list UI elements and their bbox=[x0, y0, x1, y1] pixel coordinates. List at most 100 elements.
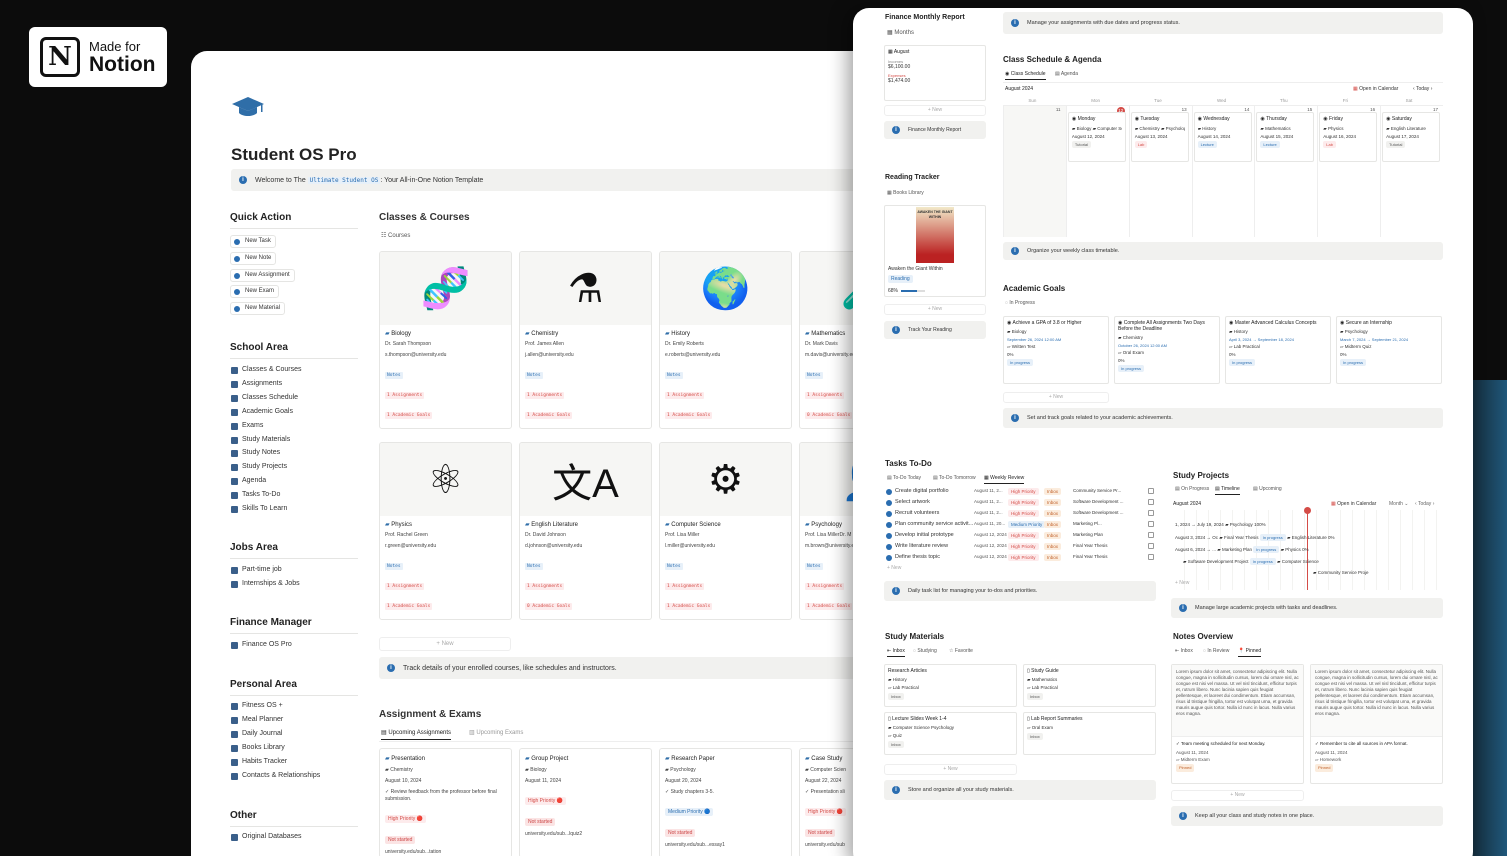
task-row[interactable]: Develop initial prototype August 12, 2024… bbox=[886, 532, 1156, 541]
today-button[interactable]: ‹ Today › bbox=[1413, 86, 1432, 92]
goal-card[interactable]: ◉ Achieve a GPA of 3.8 or Higher ▰ Biolog… bbox=[1003, 316, 1109, 384]
months-view-tab[interactable]: ▦ Months bbox=[887, 29, 914, 36]
course-card[interactable]: ⚗ ▰ Chemistry Prof. James Allen j.allen@uni… bbox=[519, 251, 652, 429]
tab-todo-today[interactable]: ▤ To-Do Today bbox=[887, 475, 921, 481]
open-calendar-button[interactable]: ▦ Open in Calendar bbox=[1353, 86, 1398, 92]
tab-pinned[interactable]: 📍 Pinned bbox=[1238, 648, 1262, 657]
new-finance-button[interactable]: + New bbox=[884, 105, 986, 116]
sidebar-item[interactable]: Original Databases bbox=[230, 833, 302, 841]
tab-notes-inbox[interactable]: ⇤ Inbox bbox=[1175, 648, 1193, 654]
task-checkbox[interactable] bbox=[1148, 543, 1154, 549]
sidebar-item[interactable]: Daily Journal bbox=[230, 730, 282, 738]
note-card[interactable]: Lorem ipsum dolor sit amet, consectetur … bbox=[1171, 664, 1304, 784]
goal-card[interactable]: ◉ Complete All Assignments Two Days Befo… bbox=[1114, 316, 1220, 384]
project-bar[interactable]: August 6, 2024 → ... ▰ Marketing Plan In… bbox=[1175, 546, 1309, 558]
sidebar-item[interactable]: Finance OS Pro bbox=[230, 641, 292, 649]
project-bar[interactable]: August 3, 2024 → Oc ▰ Final Year Thesis … bbox=[1175, 534, 1335, 546]
schedule-day-card[interactable]: ◉ Monday ▰ Biology ▰ Computer Sc August 12… bbox=[1067, 112, 1126, 162]
new-material-button[interactable]: + New bbox=[884, 764, 1017, 775]
schedule-day-card[interactable]: ◉ Friday ▰ Physics August 16, 2024 Lab bbox=[1319, 112, 1378, 162]
course-card[interactable]: 文A ▰ English Literature Dr. David Johnson d… bbox=[519, 442, 652, 620]
material-card[interactable]: ▯ Lecture Slides Week 1-4 ▰ Computer Scie… bbox=[884, 712, 1017, 755]
finance-month-card[interactable]: ▦ August Incomes $6,100.00 Expenses $1,4… bbox=[884, 45, 986, 101]
assignment-card[interactable]: ▰ Research Paper ▰ Psychology August 20, 2… bbox=[659, 748, 792, 856]
sidebar-item[interactable]: Academic Goals bbox=[230, 408, 293, 416]
schedule-day-card[interactable]: ◉ Wednesday ▰ History August 14, 2024 Lectu… bbox=[1193, 112, 1252, 162]
goals-in-progress-tab[interactable]: ◌ In Progress bbox=[1005, 300, 1035, 306]
tab-class-schedule[interactable]: ◉ Class Schedule bbox=[1005, 71, 1046, 80]
material-card[interactable]: ▯ Lab Report Summaries ▱ Oral Exam Inbox bbox=[1023, 712, 1156, 755]
schedule-day-card[interactable]: ◉ Saturday ▰ English Literature August 17,… bbox=[1382, 112, 1441, 162]
quick-action-button[interactable]: New Note bbox=[230, 251, 277, 265]
task-checkbox[interactable] bbox=[1148, 499, 1154, 505]
project-bar[interactable]: ▰ Software Development Project In progre… bbox=[1183, 558, 1319, 570]
sidebar-item[interactable]: Contacts & Relationships bbox=[230, 772, 320, 780]
tab-weekly-review[interactable]: ▦ Weekly Review bbox=[984, 475, 1025, 484]
new-goal-button[interactable]: + New bbox=[1003, 392, 1109, 403]
quick-action-button[interactable]: New Task bbox=[230, 235, 276, 248]
tab-in-review[interactable]: ◌ In Review bbox=[1203, 648, 1229, 654]
quick-action-button[interactable]: New Exam bbox=[230, 285, 280, 299]
course-card[interactable]: ⚛ ▰ Physics Prof. Rachel Green r.green@univ… bbox=[379, 442, 512, 620]
course-card[interactable]: 🧬 ▰ Biology Dr. Sarah Thompson s.thompson@u… bbox=[379, 251, 512, 429]
tab-favorite[interactable]: ☆ Favorite bbox=[949, 648, 973, 654]
sidebar-item[interactable]: Classes Schedule bbox=[230, 394, 298, 402]
sidebar-item[interactable]: Study Notes bbox=[230, 449, 280, 458]
sidebar-item[interactable]: Study Materials bbox=[230, 436, 290, 444]
books-library-tab[interactable]: ▦ Books Library bbox=[887, 190, 924, 196]
goal-card[interactable]: ◉ Master Advanced Calculus Concepts ▰ His… bbox=[1225, 316, 1331, 384]
quick-action-button[interactable]: New Assignment bbox=[230, 268, 295, 282]
sidebar-item[interactable]: Assignments bbox=[230, 380, 282, 388]
task-checkbox[interactable] bbox=[1148, 510, 1154, 516]
new-book-button[interactable]: + New bbox=[884, 304, 986, 315]
book-card[interactable]: AWAKEN THE GIANT WITHIN Awaken the Giant… bbox=[884, 205, 986, 297]
tab-on-progress[interactable]: ▤ On Progress bbox=[1175, 486, 1209, 492]
assignment-card[interactable]: ▰ Group Project ▰ Biology August 11, 2024 H… bbox=[519, 748, 652, 856]
tab-agenda[interactable]: ▤ Agenda bbox=[1055, 71, 1078, 77]
task-row[interactable]: Create digital portfolio August 11, 2... H… bbox=[886, 488, 1156, 497]
sidebar-item[interactable]: Part-time job bbox=[230, 566, 282, 574]
task-checkbox[interactable] bbox=[1148, 532, 1154, 538]
task-row[interactable]: Plan community service activit... August … bbox=[886, 521, 1156, 530]
new-project-button[interactable]: + New bbox=[1175, 580, 1189, 586]
projects-today-button[interactable]: ‹ Today › bbox=[1415, 501, 1434, 507]
sidebar-item[interactable]: Tasks To-Do bbox=[230, 491, 280, 500]
tab-todo-tomorrow[interactable]: ▤ To-Do Tomorrow bbox=[933, 475, 976, 481]
sidebar-item[interactable]: Study Projects bbox=[230, 463, 287, 472]
task-row[interactable]: Select artwork August 11, 2... High Priori… bbox=[886, 499, 1156, 508]
task-checkbox[interactable] bbox=[1148, 488, 1154, 494]
new-course-button[interactable]: + New bbox=[379, 637, 511, 651]
schedule-day-card[interactable]: ◉ Thursday ▰ Mathematics August 15, 2024 Le… bbox=[1256, 112, 1315, 162]
quick-action-button[interactable]: New Material bbox=[230, 302, 286, 316]
goal-card[interactable]: ◉ Secure an Internship ▰ Psychology March … bbox=[1336, 316, 1442, 384]
tab-upcoming-assignments[interactable]: ▤ Upcoming Assignments bbox=[381, 729, 452, 740]
task-row[interactable]: Recruit volunteers August 11, 2... High Pr… bbox=[886, 510, 1156, 519]
new-note-button[interactable]: + New bbox=[1171, 790, 1304, 801]
course-card[interactable]: ⚙ ▰ Computer Science Prof. Lisa Miller l.mi… bbox=[659, 442, 792, 620]
tab-upcoming[interactable]: ▤ Upcoming bbox=[1253, 486, 1282, 492]
sidebar-item[interactable]: Agenda bbox=[230, 477, 266, 486]
sidebar-item[interactable]: Internships & Jobs bbox=[230, 580, 300, 588]
sidebar-item[interactable]: Classes & Courses bbox=[230, 366, 302, 374]
new-task-button[interactable]: + New bbox=[887, 565, 901, 571]
course-card[interactable]: 🌍 ▰ History Dr. Emily Roberts e.roberts@uni… bbox=[659, 251, 792, 429]
material-card[interactable]: Research Articles ▰ History ▱ Lab Practica… bbox=[884, 664, 1017, 707]
tab-upcoming-exams[interactable]: ▥ Upcoming Exams bbox=[469, 729, 523, 736]
sidebar-item[interactable]: Meal Planner bbox=[230, 716, 283, 724]
tab-inbox[interactable]: ⇤ Inbox bbox=[887, 648, 905, 657]
tab-timeline[interactable]: ▤ Timeline bbox=[1215, 486, 1240, 495]
task-row[interactable]: Write literature review August 12, 2024 Hi… bbox=[886, 543, 1156, 552]
sidebar-item[interactable]: Skills To Learn bbox=[230, 505, 287, 513]
project-bar[interactable]: 1, 2024 → July 19, 2024 ▰ Psychology 100… bbox=[1175, 522, 1266, 528]
projects-open-calendar[interactable]: ▦ Open in Calendar bbox=[1331, 501, 1376, 507]
sidebar-item[interactable]: Exams bbox=[230, 422, 263, 430]
assignment-card[interactable]: ▰ Presentation ▰ Chemistry August 10, 2024… bbox=[379, 748, 512, 856]
task-checkbox[interactable] bbox=[1148, 521, 1154, 527]
sidebar-item[interactable]: Habits Tracker bbox=[230, 758, 287, 766]
material-card[interactable]: ▯ Study Guide ▰ Mathematics ▱ Lab Practica… bbox=[1023, 664, 1156, 707]
tab-studying[interactable]: ◌ Studying bbox=[913, 648, 937, 654]
note-card[interactable]: Lorem ipsum dolor sit amet, consectetur … bbox=[1310, 664, 1443, 784]
schedule-day-card[interactable]: ◉ Tuesday ▰ Chemistry ▰ Psycholog August 1… bbox=[1130, 112, 1189, 162]
sidebar-item[interactable]: Fitness OS + bbox=[230, 702, 283, 710]
task-checkbox[interactable] bbox=[1148, 554, 1154, 560]
